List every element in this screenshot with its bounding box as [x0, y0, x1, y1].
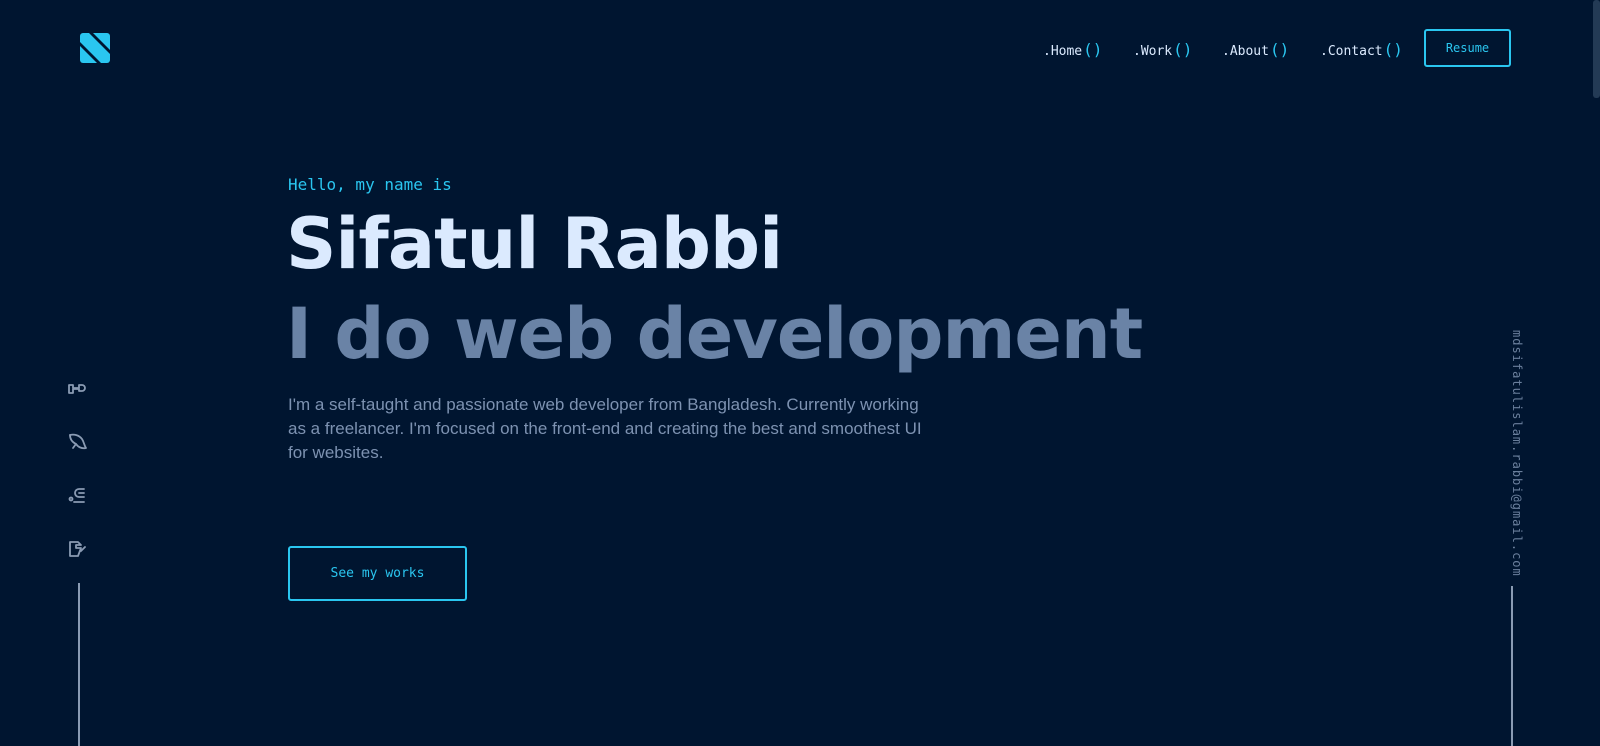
nav-contact-paren: () — [1383, 40, 1403, 59]
social-icon-1[interactable] — [66, 378, 90, 402]
nav-contact-link[interactable]: .Contact() — [1320, 40, 1403, 59]
hero-name: Sifatul Rabbi — [286, 203, 783, 285]
email-link[interactable]: mdsifatulislam.rabbi@gmail.com — [1510, 330, 1524, 577]
resume-button[interactable]: Resume — [1424, 29, 1511, 67]
hero-greeting: Hello, my name is — [288, 175, 452, 194]
hero-tagline: I do web development — [286, 293, 1143, 375]
social-icon-4[interactable] — [66, 536, 90, 560]
nav-contact-label: .Contact — [1320, 44, 1383, 59]
main-nav: .Home() .Work() .About() .Contact() — [0, 40, 1600, 60]
nav-work-label: .Work — [1133, 44, 1173, 59]
social-icon-2[interactable] — [66, 430, 90, 454]
see-my-works-button[interactable]: See my works — [288, 546, 467, 601]
nav-home-link[interactable]: .Home() — [1043, 40, 1102, 59]
left-divider-line — [78, 583, 80, 746]
nav-work-link[interactable]: .Work() — [1133, 40, 1192, 59]
nav-about-label: .About — [1222, 44, 1269, 59]
nav-about-paren: () — [1269, 40, 1290, 59]
right-divider-line — [1511, 586, 1513, 746]
scrollbar-thumb[interactable] — [1593, 0, 1600, 98]
nav-about-link[interactable]: .About() — [1222, 40, 1289, 59]
nav-work-paren: () — [1173, 40, 1193, 59]
hero-bio: I'm a self-taught and passionate web dev… — [288, 395, 922, 462]
nav-home-paren: () — [1083, 40, 1103, 59]
social-icon-3[interactable] — [66, 483, 90, 507]
nav-home-label: .Home — [1043, 44, 1083, 59]
